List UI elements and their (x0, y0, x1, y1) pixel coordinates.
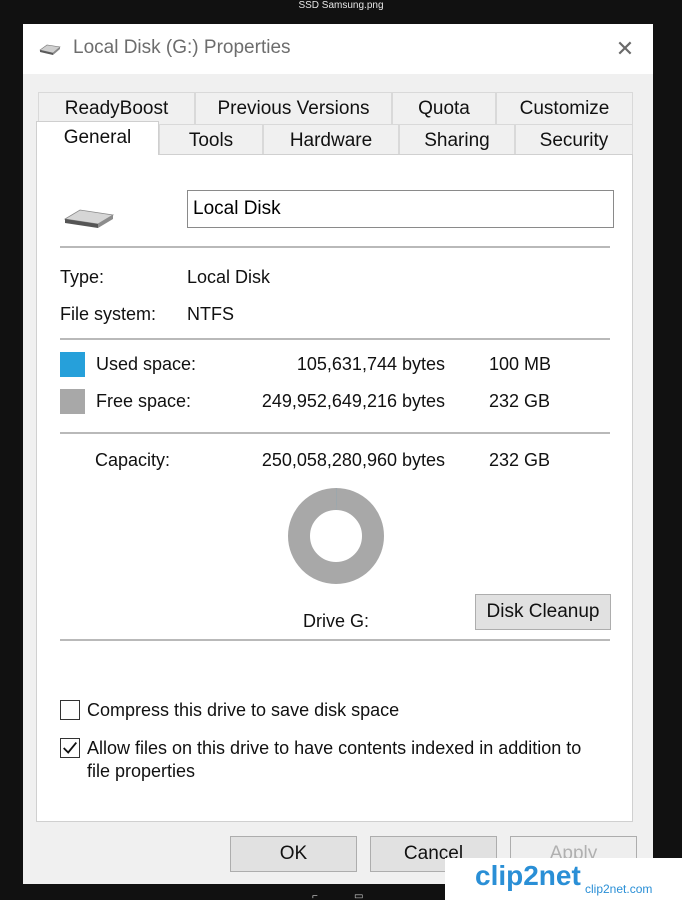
usage-donut-chart (288, 488, 384, 584)
used-space-label: Used space: (96, 354, 197, 374)
drive-icon (39, 44, 61, 55)
tab-security[interactable]: Security (515, 124, 633, 156)
drive-name-field[interactable] (187, 190, 614, 228)
capacity-bytes: 250,058,280,960 bytes (261, 450, 445, 470)
free-space-label: Free space: (96, 391, 192, 411)
type-value: Local Disk (187, 267, 271, 287)
checkmark-icon (63, 742, 77, 754)
properties-dialog: Local Disk (G:) Properties ✕ ReadyBoost … (23, 24, 653, 884)
taskbar-icon: ⌐ (312, 891, 318, 900)
tab-tools[interactable]: Tools (159, 124, 263, 156)
drive-letter-label: Drive G: (303, 611, 370, 631)
watermark-logo-text: clip2net (475, 860, 581, 891)
free-space-swatch (60, 389, 85, 414)
image-caption: SSD Samsung.png (298, 0, 384, 11)
close-button[interactable]: ✕ (611, 35, 639, 63)
index-label-line1: Allow files on this drive to have conten… (87, 738, 582, 758)
used-space-swatch (60, 352, 85, 377)
separator (60, 432, 610, 434)
title-bar: Local Disk (G:) Properties ✕ (23, 24, 653, 74)
file-system-value: NTFS (187, 304, 234, 324)
tab-general[interactable]: General (36, 121, 159, 155)
index-label-line2: file properties (87, 761, 196, 781)
used-space-bytes: 105,631,744 bytes (296, 354, 445, 374)
disk-cleanup-button[interactable]: Disk Cleanup (475, 594, 611, 630)
tab-hardware[interactable]: Hardware (263, 124, 399, 156)
tab-sharing[interactable]: Sharing (399, 124, 515, 156)
separator (60, 246, 610, 248)
used-space-size: 100 MB (489, 354, 552, 374)
separator (60, 639, 610, 641)
tab-quota[interactable]: Quota (392, 92, 496, 124)
compress-checkbox[interactable] (60, 700, 80, 720)
tab-previous-versions[interactable]: Previous Versions (195, 92, 392, 124)
window-title: Local Disk (G:) Properties (73, 37, 291, 58)
separator (60, 338, 610, 340)
tab-readyboost[interactable]: ReadyBoost (38, 92, 195, 124)
drive-icon (63, 209, 115, 228)
capacity-label: Capacity: (95, 450, 171, 470)
tab-customize[interactable]: Customize (496, 92, 633, 124)
capacity-size: 232 GB (489, 450, 551, 470)
free-space-bytes: 249,952,649,216 bytes (261, 391, 445, 411)
taskbar-icon: ▭ (354, 891, 364, 900)
file-system-label: File system: (60, 304, 157, 324)
ok-button[interactable]: OK (230, 836, 357, 872)
compress-label: Compress this drive to save disk space (87, 700, 400, 720)
watermark-logo-domain: clip2net.com (585, 882, 653, 896)
index-checkbox[interactable] (60, 738, 80, 758)
free-space-ring (288, 488, 384, 584)
free-space-size: 232 GB (489, 391, 551, 411)
close-icon: ✕ (615, 36, 635, 61)
type-label: Type: (60, 267, 105, 287)
